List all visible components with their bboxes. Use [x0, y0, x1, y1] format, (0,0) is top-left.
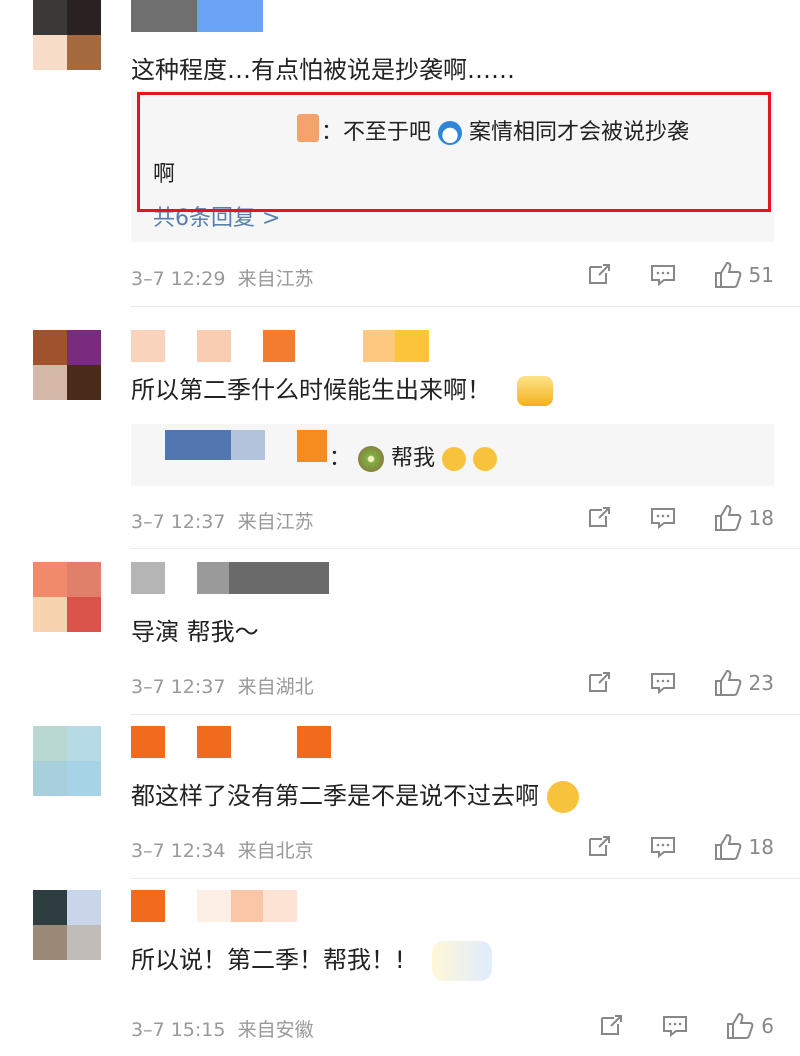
avatar[interactable] — [33, 330, 101, 400]
share-button[interactable] — [585, 504, 613, 532]
like-icon — [714, 669, 741, 696]
divider — [130, 548, 800, 549]
comment-button[interactable] — [649, 669, 677, 697]
like-icon — [727, 1012, 754, 1039]
comment-source: 来自江苏 — [237, 511, 314, 533]
share-button[interactable] — [585, 833, 613, 861]
like-count: 18 — [748, 835, 774, 859]
like-count: 18 — [748, 506, 774, 530]
avatar[interactable] — [33, 726, 101, 796]
share-button[interactable] — [585, 261, 613, 289]
share-icon — [601, 1015, 623, 1035]
comment-icon — [650, 265, 675, 287]
divider — [130, 306, 800, 307]
username[interactable] — [131, 562, 329, 594]
comment-button[interactable] — [661, 1012, 689, 1040]
comment-text: 这种程度…有点怕被说是抄袭啊…… — [131, 56, 515, 84]
comment-button[interactable] — [649, 504, 677, 532]
comment-text: 都这样了没有第二季是不是说不过去啊 — [131, 782, 539, 810]
crying-emoji — [442, 447, 467, 471]
like-count: 23 — [748, 671, 774, 695]
comment-button[interactable] — [649, 261, 677, 289]
comment-icon — [650, 508, 675, 530]
comment-icon — [650, 837, 675, 859]
avatar[interactable] — [33, 0, 101, 70]
divider — [130, 878, 800, 879]
crying-emoji — [473, 447, 498, 471]
comment-source: 来自湖北 — [237, 676, 314, 698]
comment-date: 3–7 12:37 — [131, 676, 226, 698]
like-count: 51 — [748, 263, 774, 287]
comment-button[interactable] — [649, 833, 677, 861]
username[interactable] — [131, 726, 331, 758]
highlight-box — [137, 92, 771, 212]
reply-username[interactable] — [165, 430, 231, 460]
like-icon — [714, 504, 741, 531]
kiwi-emoji — [358, 446, 385, 472]
share-button[interactable] — [585, 669, 613, 697]
reply-text: 帮我 — [391, 446, 436, 471]
comment-source: 来自北京 — [237, 840, 314, 862]
like-button[interactable]: 18 — [713, 832, 774, 862]
reply-box[interactable]: ： 帮我 — [131, 424, 774, 486]
sticker — [432, 941, 493, 981]
like-button[interactable]: 23 — [713, 668, 774, 698]
comment-date: 3–7 15:15 — [131, 1019, 226, 1041]
comment-source: 来自江苏 — [237, 268, 314, 290]
comment-date: 3–7 12:29 — [131, 268, 226, 290]
comment-text: 导演 帮我～ — [131, 618, 259, 646]
share-icon — [588, 836, 610, 856]
share-button[interactable] — [597, 1012, 625, 1040]
comment-icon — [663, 1016, 688, 1038]
crying-emoji — [546, 781, 579, 813]
comment-date: 3–7 12:37 — [131, 511, 226, 533]
like-icon — [714, 833, 741, 860]
like-button[interactable]: 51 — [713, 260, 774, 290]
comment-text: 所以说！第二季！帮我！! — [131, 946, 405, 974]
comment-icon — [650, 673, 675, 695]
like-count: 6 — [761, 1014, 774, 1038]
share-icon — [588, 672, 610, 692]
share-icon — [588, 507, 610, 527]
badge-emoji — [516, 376, 553, 406]
comment-text: 所以第二季什么时候能生出来啊！ — [131, 376, 491, 404]
username[interactable] — [131, 0, 263, 32]
username[interactable] — [131, 330, 429, 362]
username[interactable] — [131, 890, 297, 922]
share-icon — [588, 264, 610, 284]
comment-date: 3–7 12:34 — [131, 840, 226, 862]
avatar[interactable] — [33, 890, 101, 960]
like-icon — [714, 261, 741, 288]
like-button[interactable]: 6 — [725, 1011, 774, 1041]
avatar[interactable] — [33, 562, 101, 632]
comment-source: 来自安徽 — [237, 1019, 314, 1041]
like-button[interactable]: 18 — [713, 503, 774, 533]
divider — [130, 714, 800, 715]
reply-prefix: ： — [329, 446, 352, 471]
